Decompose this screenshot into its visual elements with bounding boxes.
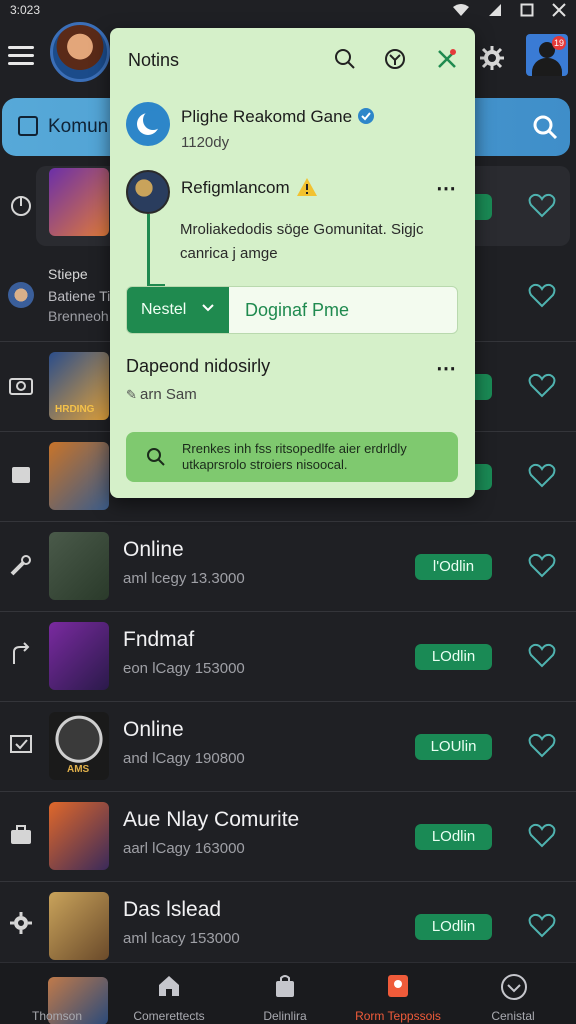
game-thumbnail (49, 622, 109, 690)
status-pill[interactable]: l'Odlin (415, 554, 492, 580)
hint-banner[interactable]: Rrenkes inh fss ritsopedlfe aier erdrldl… (126, 432, 458, 482)
list-item[interactable]: Fndmaf eon lCagy 153000 LOdlin (0, 612, 576, 702)
nav-item-central[interactable]: Cenistal (458, 963, 568, 1024)
notification-sub: arn Sam (140, 386, 197, 403)
nav-label: Comerettects (133, 1009, 205, 1023)
thumbnail-text: HRDING (55, 404, 95, 415)
bottom-nav: Thomson Comerettects Delinlira Rorm Tepp… (0, 962, 576, 1024)
list-item[interactable]: Das lslead aml lcacy 153000 LOdlin (0, 882, 576, 972)
game-thumbnail (49, 892, 109, 960)
row-title: Fndmaf (123, 628, 195, 651)
moon-icon (126, 102, 170, 146)
close-icon[interactable] (552, 3, 566, 17)
game-thumbnail (49, 442, 109, 510)
nav-label: Cenistal (491, 1009, 535, 1023)
edit-icon: ✎ (126, 387, 137, 402)
game-thumbnail: HRDING (49, 352, 109, 420)
search-label: Komun (48, 116, 109, 137)
search-icon (147, 448, 165, 466)
heart-icon[interactable] (528, 732, 556, 758)
row-sub2: Brenneoh (48, 308, 109, 324)
notification-avatar (126, 170, 170, 214)
game-thumbnail (49, 532, 109, 600)
status-pill[interactable]: LOdlin (415, 914, 492, 940)
status-bar: 3:023 (0, 0, 576, 20)
home-icon (159, 976, 179, 996)
thread-line (147, 214, 150, 288)
nav-item-home[interactable]: Comerettects (114, 963, 224, 1024)
heart-icon[interactable] (528, 462, 556, 488)
search-icon[interactable] (532, 114, 558, 140)
menu-icon[interactable] (8, 46, 34, 66)
notification-time: 1120dy (181, 134, 230, 151)
chevron-down-icon (202, 304, 214, 312)
notification-badge: 19 (552, 36, 566, 50)
row-title: Online (123, 538, 184, 561)
row-sub: and lCagy 190800 (123, 750, 245, 767)
thumbnail-text: AMS (67, 764, 90, 775)
nav-label: Thomson (31, 1009, 83, 1023)
list-item[interactable]: Online aml lcegy 13.3000 l'Odlin (0, 522, 576, 612)
game-thumbnail (49, 802, 109, 870)
heart-icon[interactable] (528, 282, 556, 308)
power-icon[interactable] (8, 192, 34, 218)
close-icon[interactable] (436, 48, 458, 70)
hint-text: Rrenkes inh fss ritsopedlfe aier erdrldl… (182, 441, 407, 472)
gear-icon[interactable] (478, 44, 506, 72)
signal-icon (489, 4, 501, 16)
heart-icon[interactable] (528, 372, 556, 398)
heart-icon[interactable] (528, 552, 556, 578)
row-sub: aml lcegy 13.3000 (123, 570, 245, 587)
checkbox-icon[interactable] (18, 116, 38, 136)
search-icon[interactable] (334, 48, 356, 70)
notification-title: Dapeond nidosirly (126, 356, 271, 376)
row-title: Das lslead (123, 898, 222, 921)
row-sub: Batiene Ti (48, 288, 111, 304)
dropdown-value: Nestel (141, 301, 187, 318)
status-time: 3:023 (10, 3, 41, 17)
row-title: Stiepe (48, 266, 88, 282)
nav-item-thomson[interactable]: Thomson (2, 963, 112, 1024)
more-icon[interactable]: ⋯ (436, 356, 457, 381)
nav-item-store[interactable]: Delinlira (230, 963, 340, 1024)
list-item[interactable]: Aue Nlay Comurite aarl lCagy 163000 LOdl… (0, 792, 576, 882)
game-thumbnail (49, 168, 109, 236)
heart-icon[interactable] (528, 822, 556, 848)
user-avatar[interactable]: 19 (526, 34, 568, 76)
row-sub: aarl lCagy 163000 (123, 840, 245, 857)
row-sub: aml lcacy 153000 (123, 930, 240, 947)
row-title: Online (123, 718, 184, 741)
store-icon (276, 975, 294, 997)
warning-icon (297, 178, 317, 196)
window-icon[interactable] (520, 3, 534, 17)
wifi-icon (453, 4, 469, 16)
status-pill[interactable]: LOUlin (415, 734, 492, 760)
heart-icon[interactable] (528, 642, 556, 668)
trophy-icon (388, 975, 408, 997)
row-title: Aue Nlay Comurite (123, 808, 300, 831)
more-icon[interactable]: ⋯ (436, 176, 457, 201)
profile-avatar[interactable] (50, 22, 110, 82)
notification-title: Refigmlancom (181, 178, 290, 197)
heart-icon[interactable] (528, 192, 556, 218)
notification-title: Plighe Reakomd Gane (181, 107, 353, 126)
game-thumbnail: AMS (49, 712, 109, 780)
notification-body: Mroliakedodis söge Gomunitat. Sigjc canr… (180, 221, 424, 262)
row-sub: eon lCagy 153000 (123, 660, 245, 677)
nav-label: Rorm Teppssois (355, 1009, 441, 1023)
action-dropdown[interactable]: Nestel (127, 287, 229, 333)
action-row: Nestel Doginaf Pme (126, 286, 458, 334)
status-pill[interactable]: LOdlin (415, 644, 492, 670)
list-item[interactable]: AMS Online and lCagy 190800 LOUlin (0, 702, 576, 792)
popup-title: Notins (128, 50, 180, 70)
heart-icon[interactable] (528, 912, 556, 938)
notifications-popup: Notins Plighe Reakomd Gane 1120dy Refigm… (110, 28, 475, 498)
chevron-circle-icon (501, 974, 527, 1000)
filter-icon[interactable] (384, 48, 406, 70)
action-button[interactable]: Doginaf Pme (245, 300, 349, 321)
nav-item-trophy[interactable]: Rorm Teppssois (343, 963, 453, 1024)
verified-icon (358, 108, 374, 124)
status-pill[interactable]: LOdlin (415, 824, 492, 850)
nav-label: Delinlira (263, 1009, 307, 1023)
